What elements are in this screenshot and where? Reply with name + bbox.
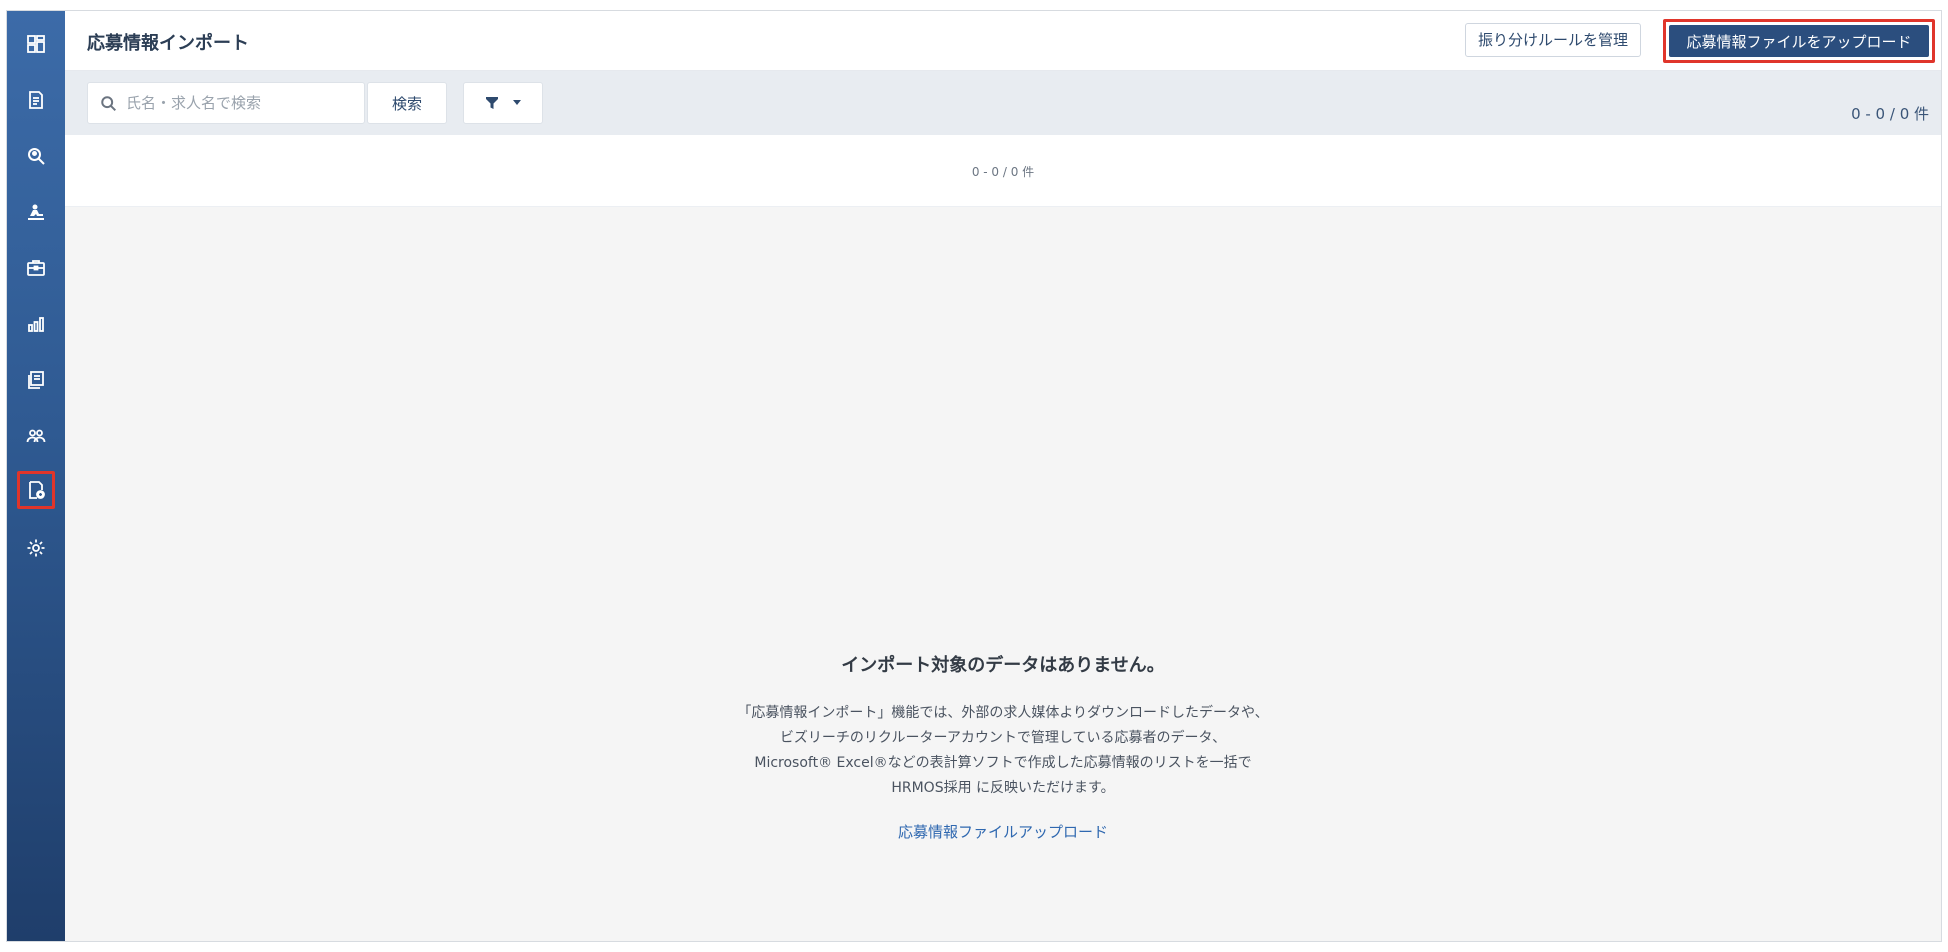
sidebar-item-users[interactable] — [17, 417, 55, 455]
search-button[interactable]: 検索 — [367, 82, 447, 124]
main-content: 応募情報インポート 振り分けルールを管理 応募情報ファイルをアップロード 検索 — [65, 11, 1941, 941]
search-toolbar: 検索 0 - 0 / 0 件 — [65, 71, 1941, 135]
sidebar-item-documents[interactable] — [17, 81, 55, 119]
cards-icon — [28, 371, 44, 389]
import-icon — [29, 481, 45, 499]
manage-rules-button[interactable]: 振り分けルールを管理 — [1465, 23, 1642, 57]
result-count: 0 - 0 / 0 件 — [971, 165, 1035, 179]
search-box — [87, 82, 365, 124]
filter-dropdown-button[interactable] — [463, 82, 543, 124]
empty-state-line: Microsoft® Excel®などの表計算ソフトで作成した応募情報のリストを… — [754, 755, 1252, 771]
app-window: 応募情報インポート 振り分けルールを管理 応募情報ファイルをアップロード 検索 — [6, 10, 1942, 942]
sidebar-item-dashboard[interactable] — [17, 25, 55, 63]
sidebar-item-import[interactable] — [17, 471, 55, 509]
result-count-top: 0 - 0 / 0 件 — [1851, 105, 1929, 123]
search-person-icon — [28, 148, 45, 165]
list-count-strip: 0 - 0 / 0 件 — [65, 135, 1941, 207]
briefcase-icon — [27, 260, 45, 276]
sidebar-item-reports[interactable] — [17, 305, 55, 343]
search-input[interactable] — [126, 89, 346, 117]
users-icon — [26, 429, 46, 443]
empty-state-line: HRMOS採用 に反映いただけます。 — [891, 780, 1115, 796]
empty-state-description: 「応募情報インポート」機能では、外部の求人媒体よりダウンロードしたデータや、 ビ… — [65, 701, 1941, 801]
upload-button-highlight: 応募情報ファイルをアップロード — [1663, 19, 1935, 63]
bar-chart-icon — [28, 317, 44, 332]
page-header: 応募情報インポート 振り分けルールを管理 応募情報ファイルをアップロード — [65, 11, 1941, 71]
filter-icon — [486, 97, 498, 109]
upload-file-button[interactable]: 応募情報ファイルをアップロード — [1669, 25, 1929, 57]
empty-state-line: 「応募情報インポート」機能では、外部の求人媒体よりダウンロードしたデータや、 — [737, 705, 1269, 721]
sidebar — [7, 11, 65, 941]
interview-icon — [28, 204, 44, 220]
search-icon — [101, 96, 117, 112]
empty-state: インポート対象のデータはありません。 「応募情報インポート」機能では、外部の求人… — [65, 651, 1941, 842]
chevron-down-icon — [513, 100, 521, 105]
document-icon — [29, 91, 43, 109]
settings-icon — [27, 539, 45, 557]
upload-file-link[interactable]: 応募情報ファイルアップロード — [898, 821, 1108, 842]
empty-state-line: ビズリーチのリクルーターアカウントで管理している応募者のデータ、 — [779, 730, 1227, 746]
sidebar-item-jobs[interactable] — [17, 249, 55, 287]
page-title: 応募情報インポート — [87, 33, 249, 54]
empty-state-title: インポート対象のデータはありません。 — [841, 655, 1165, 676]
sidebar-item-search[interactable] — [17, 137, 55, 175]
sidebar-item-settings[interactable] — [17, 529, 55, 567]
sidebar-item-interview[interactable] — [17, 193, 55, 231]
dashboard-icon — [27, 35, 45, 53]
sidebar-item-cards[interactable] — [17, 361, 55, 399]
